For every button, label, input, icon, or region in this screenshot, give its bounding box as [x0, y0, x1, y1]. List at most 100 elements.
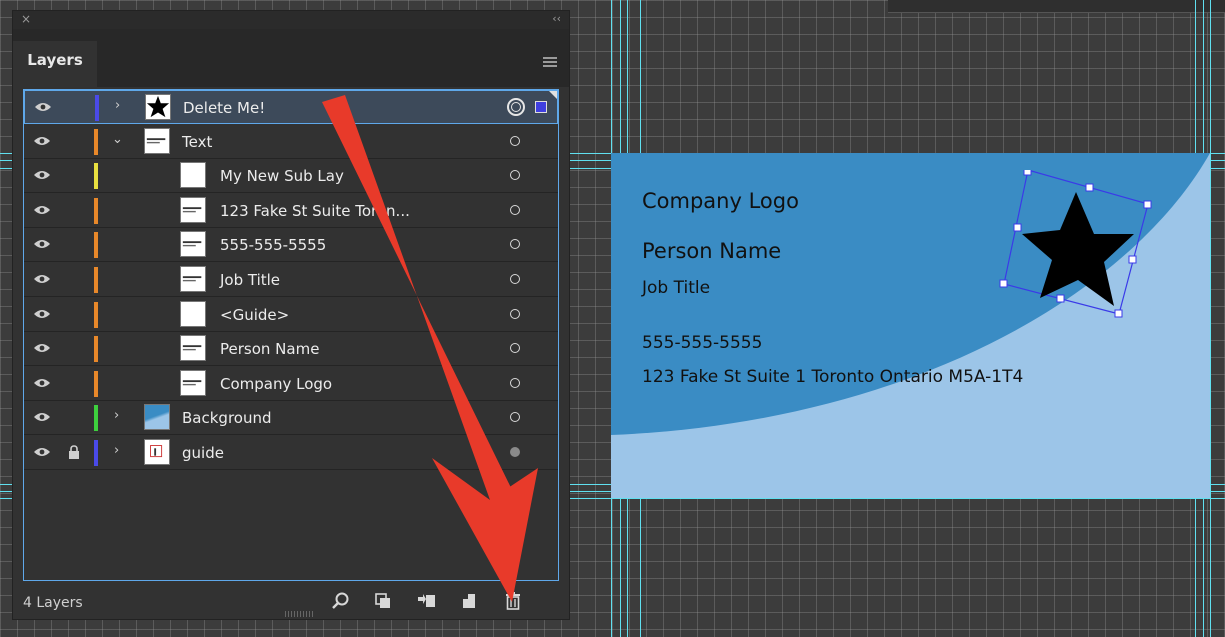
- layer-thumbnail: [145, 94, 171, 120]
- layer-row[interactable]: Person Name: [24, 332, 558, 367]
- layer-row[interactable]: › guide: [24, 436, 558, 470]
- visibility-eye-icon[interactable]: [34, 412, 50, 422]
- layer-name-label[interactable]: Delete Me!: [183, 99, 265, 117]
- lock-toggle[interactable]: [68, 410, 80, 424]
- panel-menu-icon[interactable]: [543, 57, 557, 67]
- layer-color-bar: [95, 95, 99, 121]
- card-phone-text[interactable]: 555-555-5555: [642, 333, 762, 353]
- layer-row[interactable]: 555-555-5555: [24, 228, 558, 263]
- lock-toggle[interactable]: [68, 168, 80, 182]
- layer-name-label[interactable]: 123 Fake St Suite Toron...: [220, 202, 410, 220]
- layer-name-label[interactable]: guide: [182, 444, 224, 462]
- text-thumb-icon: [182, 207, 202, 213]
- lock-icon[interactable]: [68, 445, 80, 459]
- lock-toggle[interactable]: [68, 203, 80, 217]
- card-address-text[interactable]: 123 Fake St Suite 1 Toronto Ontario M5A-…: [642, 367, 1023, 387]
- lock-toggle[interactable]: [69, 100, 81, 114]
- layers-panel: × ‹‹ Layers › Delete Me! ⌄ Text My New S…: [12, 10, 570, 620]
- layer-name-label[interactable]: Person Name: [220, 340, 319, 358]
- visibility-eye-icon[interactable]: [34, 343, 50, 353]
- layer-color-bar: [94, 128, 98, 155]
- chevron-right-icon[interactable]: ›: [114, 409, 126, 423]
- layer-thumbnail: [180, 162, 206, 189]
- visibility-eye-icon[interactable]: [34, 239, 50, 249]
- panel-title-bar[interactable]: × ‹‹: [13, 11, 569, 29]
- layer-name-label[interactable]: My New Sub Lay: [220, 167, 344, 185]
- layer-row[interactable]: › Background: [24, 401, 558, 436]
- visibility-eye-icon[interactable]: [34, 378, 50, 388]
- new-layer-icon[interactable]: [459, 591, 479, 611]
- search-icon[interactable]: [331, 591, 351, 611]
- target-circle-icon[interactable]: [510, 204, 520, 215]
- layer-row[interactable]: Company Logo: [24, 367, 558, 401]
- selection-handle: [1143, 200, 1152, 209]
- layer-color-bar: [94, 232, 98, 259]
- layer-row[interactable]: ⌄ Text: [24, 125, 558, 159]
- target-circle-icon[interactable]: [510, 170, 520, 181]
- close-icon[interactable]: ×: [21, 12, 31, 26]
- target-circle-icon[interactable]: [507, 98, 525, 116]
- layer-row[interactable]: 123 Fake St Suite Toron...: [24, 194, 558, 228]
- visibility-eye-icon[interactable]: [34, 447, 50, 457]
- target-circle-icon[interactable]: [510, 377, 520, 388]
- selection-handle: [1114, 309, 1123, 318]
- target-circle-icon[interactable]: [510, 308, 520, 319]
- visibility-eye-icon[interactable]: [34, 274, 50, 284]
- layer-row[interactable]: › Delete Me!: [24, 90, 558, 124]
- panel-resize-grip[interactable]: [285, 611, 315, 617]
- text-thumb-icon: [182, 241, 202, 247]
- layer-thumbnail: [180, 369, 206, 396]
- lock-toggle[interactable]: [68, 272, 80, 286]
- tab-layers[interactable]: Layers: [13, 41, 97, 87]
- target-circle-icon[interactable]: [510, 239, 520, 250]
- trash-icon[interactable]: [503, 591, 523, 611]
- layer-name-label[interactable]: Text: [182, 133, 212, 151]
- lock-toggle[interactable]: [68, 341, 80, 355]
- card-job-title-text[interactable]: Job Title: [642, 278, 710, 298]
- card-person-name-text[interactable]: Person Name: [642, 239, 781, 263]
- target-circle-icon[interactable]: [510, 343, 520, 354]
- chevron-down-icon[interactable]: ⌄: [112, 132, 124, 147]
- layer-count-label: 4 Layers: [23, 595, 83, 611]
- target-circle-icon[interactable]: [510, 412, 520, 423]
- layer-name-label[interactable]: <Guide>: [220, 306, 289, 324]
- layer-name-label[interactable]: Company Logo: [220, 375, 332, 393]
- target-circle-icon[interactable]: [510, 135, 520, 146]
- selection-handle: [1013, 223, 1022, 232]
- layer-thumbnail: [180, 231, 206, 258]
- lock-toggle[interactable]: [68, 376, 80, 390]
- layer-color-bar: [94, 197, 98, 224]
- chevron-right-icon[interactable]: ›: [115, 99, 127, 113]
- target-circle-icon[interactable]: [510, 447, 520, 457]
- chevron-right-icon[interactable]: ›: [114, 444, 126, 458]
- layer-name-label[interactable]: 555-555-5555: [220, 236, 326, 254]
- target-circle-icon[interactable]: [510, 274, 520, 284]
- lock-toggle[interactable]: [68, 134, 80, 148]
- visibility-eye-icon[interactable]: [34, 170, 50, 180]
- visibility-eye-icon[interactable]: [34, 205, 50, 215]
- visibility-eye-icon[interactable]: [34, 136, 50, 146]
- layer-color-bar: [94, 370, 98, 397]
- clipping-mask-icon[interactable]: [373, 591, 393, 611]
- selection-handle: [1056, 294, 1065, 303]
- card-company-logo-text[interactable]: Company Logo: [642, 189, 799, 213]
- layer-row[interactable]: My New Sub Lay: [24, 159, 558, 194]
- layer-name-label[interactable]: Job Title: [220, 271, 280, 289]
- lock-toggle[interactable]: [68, 237, 80, 251]
- visibility-eye-icon[interactable]: [34, 309, 50, 319]
- selected-star-object[interactable]: [998, 170, 1158, 320]
- layers-list: › Delete Me! ⌄ Text My New Sub Lay 123 F…: [23, 89, 559, 581]
- layer-thumbnail: [180, 266, 206, 292]
- selection-handle: [999, 279, 1008, 288]
- layer-thumbnail: [180, 300, 206, 327]
- layer-color-bar: [94, 301, 98, 328]
- layer-row[interactable]: <Guide>: [24, 298, 558, 332]
- collapse-icon[interactable]: ‹‹: [552, 12, 561, 25]
- selection-indicator[interactable]: [535, 101, 547, 113]
- layer-color-bar: [94, 405, 98, 432]
- lock-toggle[interactable]: [68, 307, 80, 321]
- move-to-layer-icon[interactable]: [417, 591, 437, 611]
- layer-row[interactable]: Job Title: [24, 263, 558, 297]
- layer-name-label[interactable]: Background: [182, 409, 272, 427]
- visibility-eye-icon[interactable]: [35, 102, 51, 112]
